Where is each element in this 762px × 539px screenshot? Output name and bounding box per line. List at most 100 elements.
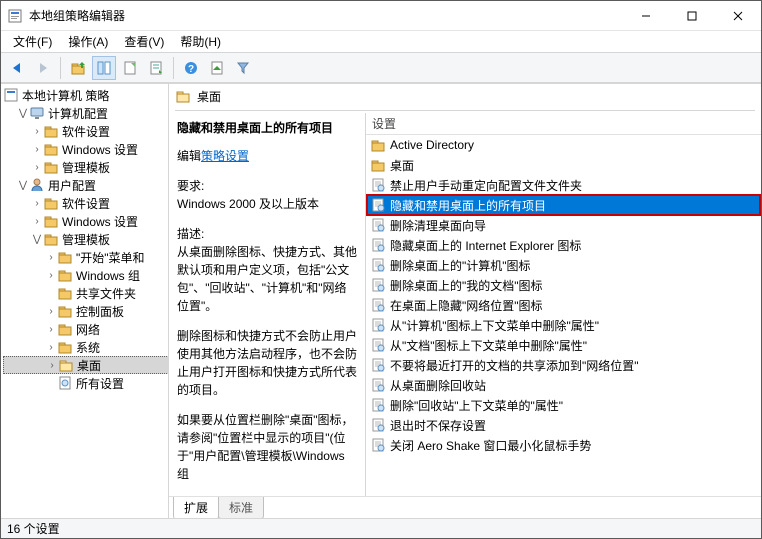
tree-item[interactable]: ›Windows 设置 bbox=[3, 212, 168, 230]
tree-item[interactable]: › 软件设置 bbox=[3, 122, 168, 140]
list-row[interactable]: 桌面 bbox=[366, 155, 761, 175]
menu-help[interactable]: 帮助(H) bbox=[172, 31, 229, 52]
tree-scroll[interactable]: 本地计算机 策略 ⋁计算机配置 ›软件设置 ›Windows 设置 ›管理模板 … bbox=[1, 84, 168, 518]
policy-setting-icon bbox=[370, 317, 386, 333]
chevron-right-icon[interactable]: › bbox=[31, 162, 43, 173]
tree-item[interactable]: ›网络 bbox=[3, 320, 168, 338]
window-title: 本地组策略编辑器 bbox=[29, 7, 623, 24]
policy-setting-icon bbox=[370, 377, 386, 393]
list-item-label: 隐藏桌面上的 Internet Explorer 图标 bbox=[390, 237, 581, 254]
chevron-right-icon[interactable]: › bbox=[45, 252, 57, 263]
chevron-right-icon[interactable]: › bbox=[46, 360, 58, 371]
list-row[interactable]: 隐藏桌面上的 Internet Explorer 图标 bbox=[366, 235, 761, 255]
folder-icon bbox=[57, 321, 73, 337]
back-button[interactable] bbox=[5, 56, 29, 80]
list-row[interactable]: 删除清理桌面向导 bbox=[366, 215, 761, 235]
list-row[interactable]: 从"文档"图标上下文菜单中删除"属性" bbox=[366, 335, 761, 355]
folder-icon bbox=[57, 339, 73, 355]
tree-label: 本地计算机 策略 bbox=[22, 87, 109, 104]
tree-item-desktop[interactable]: › 桌面 bbox=[3, 356, 168, 374]
column-header[interactable]: 设置 bbox=[366, 113, 761, 135]
list-row[interactable]: 删除桌面上的"计算机"图标 bbox=[366, 255, 761, 275]
folder-icon bbox=[43, 141, 59, 157]
title-bar: 本地组策略编辑器 bbox=[1, 1, 761, 31]
filter-button[interactable] bbox=[231, 56, 255, 80]
menu-file[interactable]: 文件(F) bbox=[5, 31, 60, 52]
chevron-right-icon[interactable]: › bbox=[31, 198, 43, 209]
policy-setting-icon bbox=[370, 177, 386, 193]
window: 本地组策略编辑器 文件(F) 操作(A) 查看(V) 帮助(H) ? bbox=[0, 0, 762, 539]
properties-button[interactable] bbox=[92, 56, 116, 80]
tree-item[interactable]: 共享文件夹 bbox=[3, 284, 168, 302]
list-item-label: 删除清理桌面向导 bbox=[390, 217, 486, 234]
toolbar-separator bbox=[173, 57, 174, 79]
policy-setting-icon bbox=[370, 277, 386, 293]
edit-policy-link[interactable]: 策略设置 bbox=[201, 149, 249, 163]
list-row[interactable]: 在桌面上隐藏"网络位置"图标 bbox=[366, 295, 761, 315]
tree-admin-templates[interactable]: ⋁管理模板 bbox=[3, 230, 168, 248]
tree-item[interactable]: ›系统 bbox=[3, 338, 168, 356]
list-item-label: Active Directory bbox=[390, 138, 474, 152]
chevron-right-icon[interactable]: › bbox=[45, 270, 57, 281]
tabs-bar: 扩展 标准 bbox=[169, 496, 761, 518]
tree-label: 软件设置 bbox=[62, 123, 110, 140]
list-row[interactable]: 不要将最近打开的文档的共享添加到"网络位置" bbox=[366, 355, 761, 375]
minimize-button[interactable] bbox=[623, 1, 669, 31]
list-row[interactable]: 退出时不保存设置 bbox=[366, 415, 761, 435]
tree-item[interactable]: ›软件设置 bbox=[3, 194, 168, 212]
tree-item[interactable]: ›控制面板 bbox=[3, 302, 168, 320]
chevron-down-icon[interactable]: ⋁ bbox=[17, 180, 29, 191]
chevron-right-icon[interactable]: › bbox=[31, 216, 43, 227]
chevron-down-icon[interactable]: ⋁ bbox=[17, 108, 29, 119]
list-scroll[interactable]: Active Directory 桌面禁止用户手动重定向配置文件文件夹隐藏和禁用桌… bbox=[366, 135, 761, 496]
tree-user-config[interactable]: ⋁用户配置 bbox=[3, 176, 168, 194]
status-text: 16 个设置 bbox=[7, 520, 60, 537]
list-row[interactable]: 从"计算机"图标上下文菜单中删除"属性" bbox=[366, 315, 761, 335]
tree-label: 桌面 bbox=[77, 357, 101, 374]
maximize-button[interactable] bbox=[669, 1, 715, 31]
tree-root[interactable]: 本地计算机 策略 bbox=[3, 86, 168, 104]
tree-computer-config[interactable]: ⋁计算机配置 bbox=[3, 104, 168, 122]
desc-paragraph: 如果要从位置栏删除"桌面"图标，请参阅"位置栏中显示的项目"(位于"用户配置\管… bbox=[177, 411, 357, 483]
folder-icon bbox=[57, 285, 73, 301]
tree-item[interactable]: ›Windows 设置 bbox=[3, 140, 168, 158]
user-icon bbox=[29, 177, 45, 193]
content-area: 本地计算机 策略 ⋁计算机配置 ›软件设置 ›Windows 设置 ›管理模板 … bbox=[1, 83, 761, 518]
list-item-label: 关闭 Aero Shake 窗口最小化鼠标手势 bbox=[390, 437, 591, 454]
close-button[interactable] bbox=[715, 1, 761, 31]
list-row[interactable]: 从桌面删除回收站 bbox=[366, 375, 761, 395]
req-text: Windows 2000 及以上版本 bbox=[177, 195, 357, 213]
folder-icon bbox=[57, 303, 73, 319]
forward-button[interactable] bbox=[31, 56, 55, 80]
refresh-button[interactable] bbox=[118, 56, 142, 80]
chevron-right-icon[interactable]: › bbox=[31, 144, 43, 155]
help-button[interactable]: ? bbox=[179, 56, 203, 80]
list-item-label: 禁止用户手动重定向配置文件文件夹 bbox=[390, 177, 582, 194]
right-body: 隐藏和禁用桌面上的所有项目 编辑策略设置 要求: Windows 2000 及以… bbox=[169, 113, 761, 496]
tab-extended[interactable]: 扩展 bbox=[173, 497, 219, 518]
tree-item[interactable]: ›"开始"菜单和 bbox=[3, 248, 168, 266]
tree-item[interactable]: 所有设置 bbox=[3, 374, 168, 392]
list-row[interactable]: 关闭 Aero Shake 窗口最小化鼠标手势 bbox=[366, 435, 761, 455]
list-row[interactable]: 删除桌面上的"我的文档"图标 bbox=[366, 275, 761, 295]
tab-standard[interactable]: 标准 bbox=[218, 497, 264, 518]
chevron-right-icon[interactable]: › bbox=[45, 306, 57, 317]
export-button[interactable] bbox=[144, 56, 168, 80]
menu-view[interactable]: 查看(V) bbox=[116, 31, 172, 52]
up-button[interactable] bbox=[66, 56, 90, 80]
right-pane: 桌面 隐藏和禁用桌面上的所有项目 编辑策略设置 要求: Windows 2000… bbox=[169, 84, 761, 518]
menu-action[interactable]: 操作(A) bbox=[60, 31, 116, 52]
show-toggle-button[interactable] bbox=[205, 56, 229, 80]
list-row[interactable]: 禁止用户手动重定向配置文件文件夹 bbox=[366, 175, 761, 195]
list-item-label: 退出时不保存设置 bbox=[390, 417, 486, 434]
tree-item[interactable]: ›Windows 组 bbox=[3, 266, 168, 284]
list-row[interactable]: Active Directory bbox=[366, 135, 761, 155]
chevron-down-icon[interactable]: ⋁ bbox=[31, 234, 43, 245]
chevron-right-icon[interactable]: › bbox=[45, 342, 57, 353]
folder-icon bbox=[57, 267, 73, 283]
tree-item[interactable]: ›管理模板 bbox=[3, 158, 168, 176]
chevron-right-icon[interactable]: › bbox=[45, 324, 57, 335]
chevron-right-icon[interactable]: › bbox=[31, 126, 43, 137]
list-row[interactable]: 删除"回收站"上下文菜单的"属性" bbox=[366, 395, 761, 415]
list-row[interactable]: 隐藏和禁用桌面上的所有项目 bbox=[366, 195, 761, 215]
